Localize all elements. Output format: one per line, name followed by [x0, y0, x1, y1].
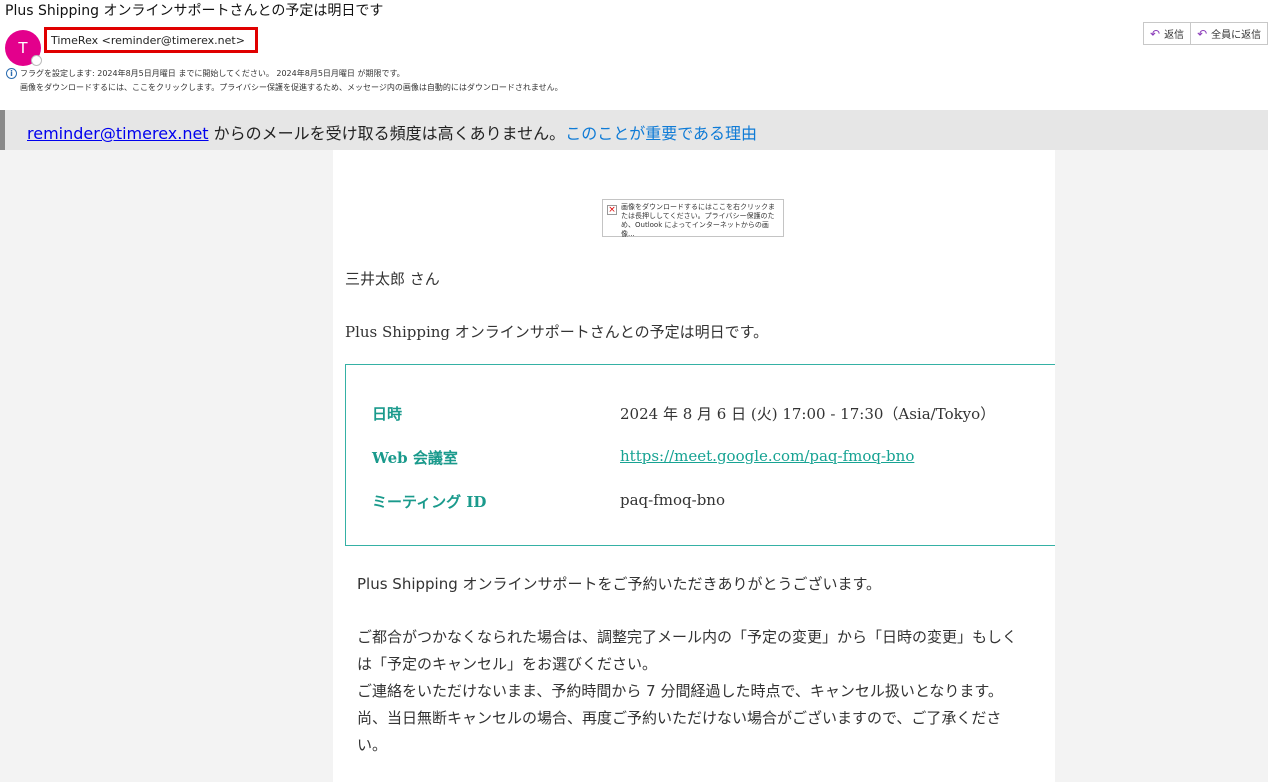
banner-email-link[interactable]: reminder@timerex.net: [27, 124, 209, 143]
why-important-link[interactable]: このことが重要である理由: [565, 124, 757, 143]
broken-image-icon: ×: [607, 205, 617, 215]
intro-text: Plus Shipping オンラインサポートさんとの予定は明日です。: [345, 323, 769, 341]
sender-highlight-box[interactable]: TimeRex <reminder@timerex.net>: [44, 27, 258, 53]
reply-all-button[interactable]: ↶ 全員に返信: [1191, 22, 1268, 45]
reply-all-label: 全員に返信: [1211, 30, 1262, 41]
meeting-details-box: 日時 2024 年 8 月 6 日 (火) 17:00 - 17:30（Asia…: [345, 364, 1055, 546]
detail-label-web-room: Web 会議室: [372, 449, 458, 467]
sender-frequency-banner: reminder@timerex.net からのメールを受け取る頻度は高くありま…: [0, 110, 1268, 150]
policy-line: 尚、当日無断キャンセルの場合、再度ご予約いただけない場合がございますので、ご了承…: [357, 709, 1002, 727]
flag-info-text: フラグを設定します: 2024年8月5日月曜日 までに開始してください。 202…: [20, 69, 405, 78]
policy-line: ご都合がつかなくなられた場合は、調整完了メール内の「予定の変更」から「日時の変更…: [357, 628, 1018, 646]
reply-icon: ↶: [1150, 26, 1161, 41]
reply-actions: ↶ 返信 ↶ 全員に返信: [1143, 22, 1268, 45]
policy-line: は「予定のキャンセル」をお選びください。: [357, 655, 658, 673]
cancellation-policy: ご都合がつかなくなられた場合は、調整完了メール内の「予定の変更」から「日時の変更…: [357, 624, 1037, 759]
thanks-text: Plus Shipping オンラインサポートをご予約いただきありがとうございま…: [357, 575, 882, 593]
flag-info: i フラグを設定します: 2024年8月5日月曜日 までに開始してください。 2…: [6, 68, 405, 79]
email-reading-pane: Plus Shipping オンラインサポートさんとの予定は明日です T Tim…: [0, 0, 1268, 782]
blocked-image-placeholder[interactable]: × 画像をダウンロードするにはここを右クリックまたは長押ししてください。プライバ…: [602, 199, 784, 238]
greeting: 三井太郎 さん: [345, 270, 440, 288]
blocked-image-text: 画像をダウンロードするにはここを右クリックまたは長押ししてください。プライバシー…: [621, 203, 775, 238]
meeting-url-link[interactable]: https://meet.google.com/paq-fmoq-bno: [620, 447, 914, 465]
reply-button[interactable]: ↶ 返信: [1143, 22, 1192, 45]
sender-address[interactable]: TimeRex <reminder@timerex.net>: [51, 34, 245, 47]
email-subject: Plus Shipping オンラインサポートさんとの予定は明日です: [5, 3, 384, 19]
info-icon: i: [6, 68, 17, 79]
detail-value-datetime: 2024 年 8 月 6 日 (火) 17:00 - 17:30（Asia/To…: [620, 405, 996, 423]
presence-status-icon: [31, 55, 42, 66]
reply-label: 返信: [1164, 30, 1185, 41]
avatar-initial: T: [18, 39, 28, 57]
banner-text: reminder@timerex.net からのメールを受け取る頻度は高くありま…: [27, 120, 757, 144]
detail-value-meeting-id: paq-fmoq-bno: [620, 491, 725, 509]
detail-label-datetime: 日時: [372, 405, 403, 423]
policy-line: い。: [357, 736, 388, 754]
policy-line: ご連絡をいただけないまま、予約時間から 7 分間経過した時点で、キャンセル扱いと…: [357, 682, 1003, 700]
reply-all-icon: ↶: [1197, 26, 1208, 41]
detail-label-meeting-id: ミーティング ID: [372, 493, 487, 511]
download-images-notice[interactable]: 画像をダウンロードするには、ここをクリックします。プライバシー保護を促進するため…: [20, 82, 563, 93]
banner-message: からのメールを受け取る頻度は高くありません。: [208, 124, 566, 143]
